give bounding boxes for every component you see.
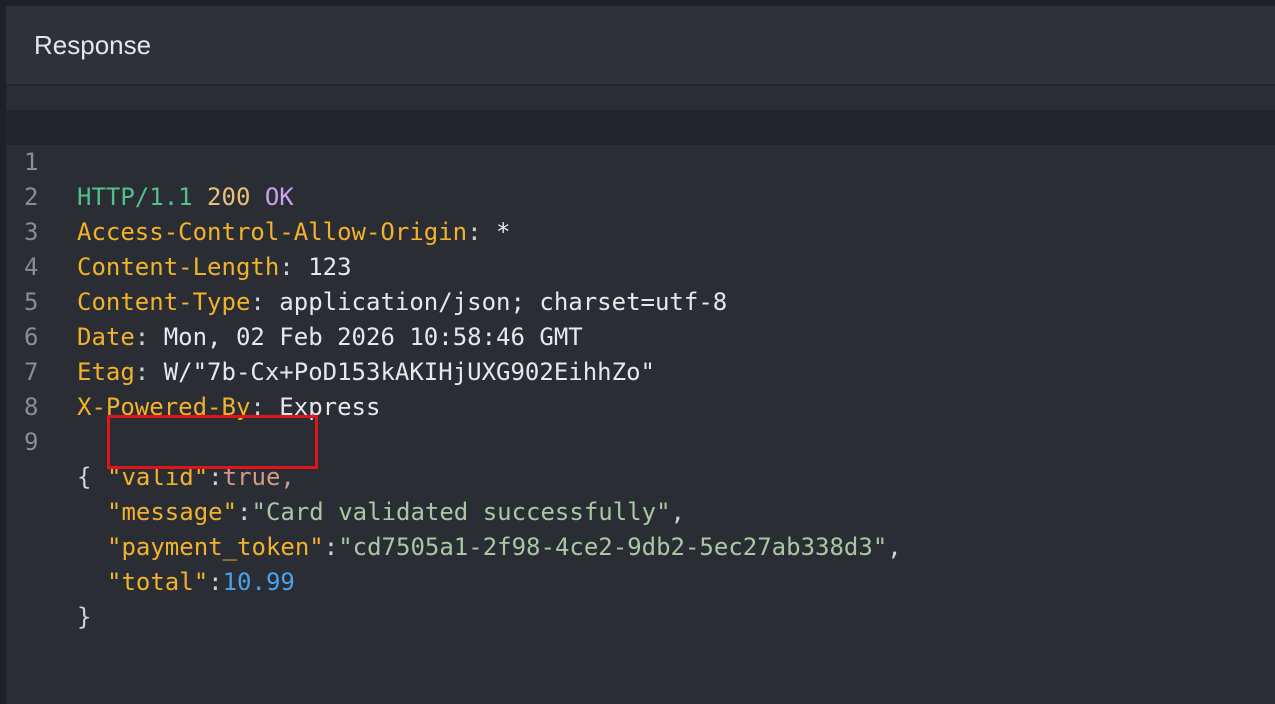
- json-field: "payment_token":"cd7505a1-2f98-4ce2-9db2…: [107, 533, 902, 561]
- code-line: 6 Etag: W/"7b-Cx+PoD153kAKIHjUXG902EihhZ…: [6, 285, 1275, 386]
- panel-title: Response: [34, 30, 152, 60]
- code-line: 7 X-Powered-By: Express: [6, 320, 1275, 421]
- code-line: 9 {: [6, 390, 1275, 491]
- code-line: }: [6, 565, 1275, 631]
- json-field: "message":"Card validated successfully",: [107, 498, 685, 526]
- code-line: 1 HTTP/1.1 200 OK: [6, 110, 1275, 211]
- json-field: "valid":true,: [107, 463, 295, 491]
- code-line: 5 Date: Mon, 02 Feb 2026 10:58:46 GMT: [6, 250, 1275, 351]
- code-line: 4 Content-Type: application/json; charse…: [6, 215, 1275, 316]
- code-line: 3 Content-Length: 123: [6, 180, 1275, 281]
- response-panel: Response 1 HTTP/1.1 200 OK 2 Access-Cont…: [6, 6, 1275, 704]
- json-close-brace: }: [77, 603, 92, 631]
- json-field: "total":10.99: [107, 568, 295, 596]
- panel-header: Response: [6, 6, 1275, 86]
- code-line: 8: [6, 355, 1275, 421]
- response-code-view[interactable]: 1 HTTP/1.1 200 OK 2 Access-Control-Allow…: [6, 86, 1275, 704]
- code-line: 2 Access-Control-Allow-Origin: *: [6, 145, 1275, 246]
